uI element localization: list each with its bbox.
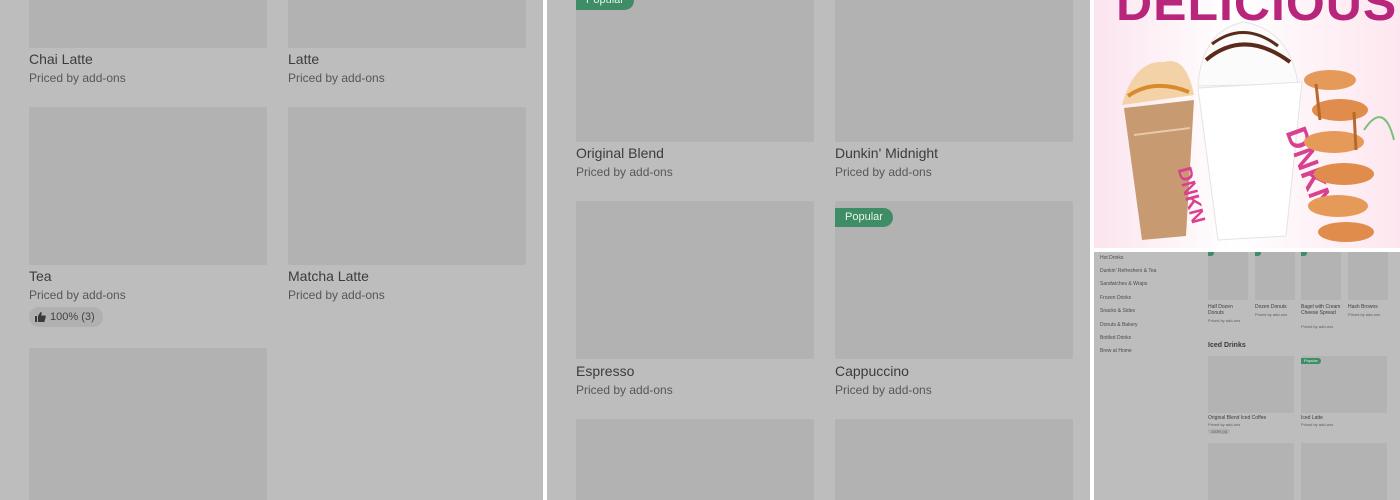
item-price: Priced by add-ons — [1348, 312, 1381, 317]
item-image[interactable] — [576, 419, 814, 500]
item-name[interactable]: Bagel with Cream Cheese Spread — [1301, 304, 1341, 316]
item-image[interactable] — [576, 0, 814, 142]
sidebar-item[interactable]: Frozen Drinks — [1100, 295, 1131, 301]
popular-badge: Popular — [835, 208, 893, 227]
item-image[interactable] — [1208, 252, 1248, 300]
item-image[interactable] — [1348, 252, 1388, 300]
item-image[interactable] — [29, 348, 267, 500]
sidebar-item[interactable]: Snacks & Sides — [1100, 308, 1135, 314]
item-image[interactable] — [1208, 443, 1294, 500]
drinks-illustration: DNKN DNKN' — [1122, 21, 1395, 242]
popular-badge: Popular — [576, 0, 634, 10]
sidebar-item[interactable]: Brew at Home — [1100, 348, 1132, 354]
item-name[interactable]: Cappuccino — [835, 363, 909, 379]
item-image[interactable] — [288, 0, 526, 48]
item-image[interactable] — [835, 419, 1073, 500]
popular-badge: Popular — [1301, 358, 1321, 364]
item-image[interactable] — [1301, 443, 1387, 500]
item-image[interactable] — [288, 107, 526, 265]
sidebar-item[interactable]: Hot Drinks — [1100, 255, 1123, 261]
item-image[interactable] — [835, 0, 1073, 142]
thumbs-up-icon — [35, 312, 46, 323]
item-price: Priced by add-ons — [576, 165, 673, 179]
sidebar-item[interactable]: Bottled Drinks — [1100, 335, 1131, 341]
promo-banner[interactable]: DELICIOUS DNKN DNKN' — [1094, 0, 1400, 248]
item-price: Priced by add-ons — [1301, 422, 1334, 427]
item-name[interactable]: Original Blend Iced Coffee — [1208, 415, 1298, 421]
menu-screenshot-thumbnail: Hot Drinks Dunkin' Refreshers & Tea Sand… — [1094, 252, 1400, 500]
item-price: Priced by add-ons — [1301, 324, 1334, 329]
item-name[interactable]: Dunkin' Midnight — [835, 145, 938, 161]
item-name[interactable]: Dozen Donuts — [1255, 304, 1295, 310]
rating-badge: 100% (4) — [1208, 429, 1231, 434]
item-name[interactable]: Espresso — [576, 363, 634, 379]
sidebar-item[interactable]: Dunkin' Refreshers & Tea — [1100, 268, 1156, 274]
item-price: Priced by add-ons — [835, 165, 932, 179]
item-image[interactable] — [1301, 252, 1341, 300]
sidebar-item[interactable]: Sandwiches & Wraps — [1100, 281, 1147, 287]
item-price: Priced by add-ons — [29, 288, 126, 302]
item-price: Priced by add-ons — [1208, 422, 1241, 427]
item-price: Priced by add-ons — [576, 383, 673, 397]
item-image[interactable] — [29, 107, 267, 265]
sidebar-item[interactable]: Donuts & Bakery — [1100, 322, 1138, 328]
item-name[interactable]: Matcha Latte — [288, 268, 369, 284]
item-name[interactable]: Tea — [29, 268, 52, 284]
item-name[interactable]: Chai Latte — [29, 51, 93, 67]
item-name[interactable]: Half Dozen Donuts — [1208, 304, 1248, 316]
item-price: Priced by add-ons — [835, 383, 932, 397]
item-price: Priced by add-ons — [1208, 318, 1241, 323]
rating-badge: 100% (3) — [29, 307, 103, 327]
item-price: Priced by add-ons — [1255, 312, 1288, 317]
promo-and-menu-panel: DELICIOUS DNKN DNKN' Hot Drinks Dunkin' … — [1094, 0, 1400, 500]
item-image[interactable] — [1208, 356, 1294, 413]
item-image[interactable] — [29, 0, 267, 48]
item-price: Priced by add-ons — [288, 288, 385, 302]
item-name[interactable]: Hash Browns — [1348, 304, 1388, 310]
menu-panel-middle: Popular Original Blend Priced by add-ons… — [547, 0, 1090, 500]
rating-text: 100% (3) — [50, 311, 95, 323]
section-title: Iced Drinks — [1208, 342, 1246, 349]
item-name[interactable]: Original Blend — [576, 145, 664, 161]
item-name[interactable]: Iced Latte — [1301, 415, 1387, 421]
item-image[interactable] — [1301, 356, 1387, 413]
item-price: Priced by add-ons — [29, 71, 126, 85]
menu-panel-left: Chai Latte Priced by add-ons Latte Price… — [0, 0, 543, 500]
item-name[interactable]: Latte — [288, 51, 319, 67]
item-image[interactable] — [1255, 252, 1295, 300]
item-price: Priced by add-ons — [288, 71, 385, 85]
item-image[interactable] — [576, 201, 814, 359]
